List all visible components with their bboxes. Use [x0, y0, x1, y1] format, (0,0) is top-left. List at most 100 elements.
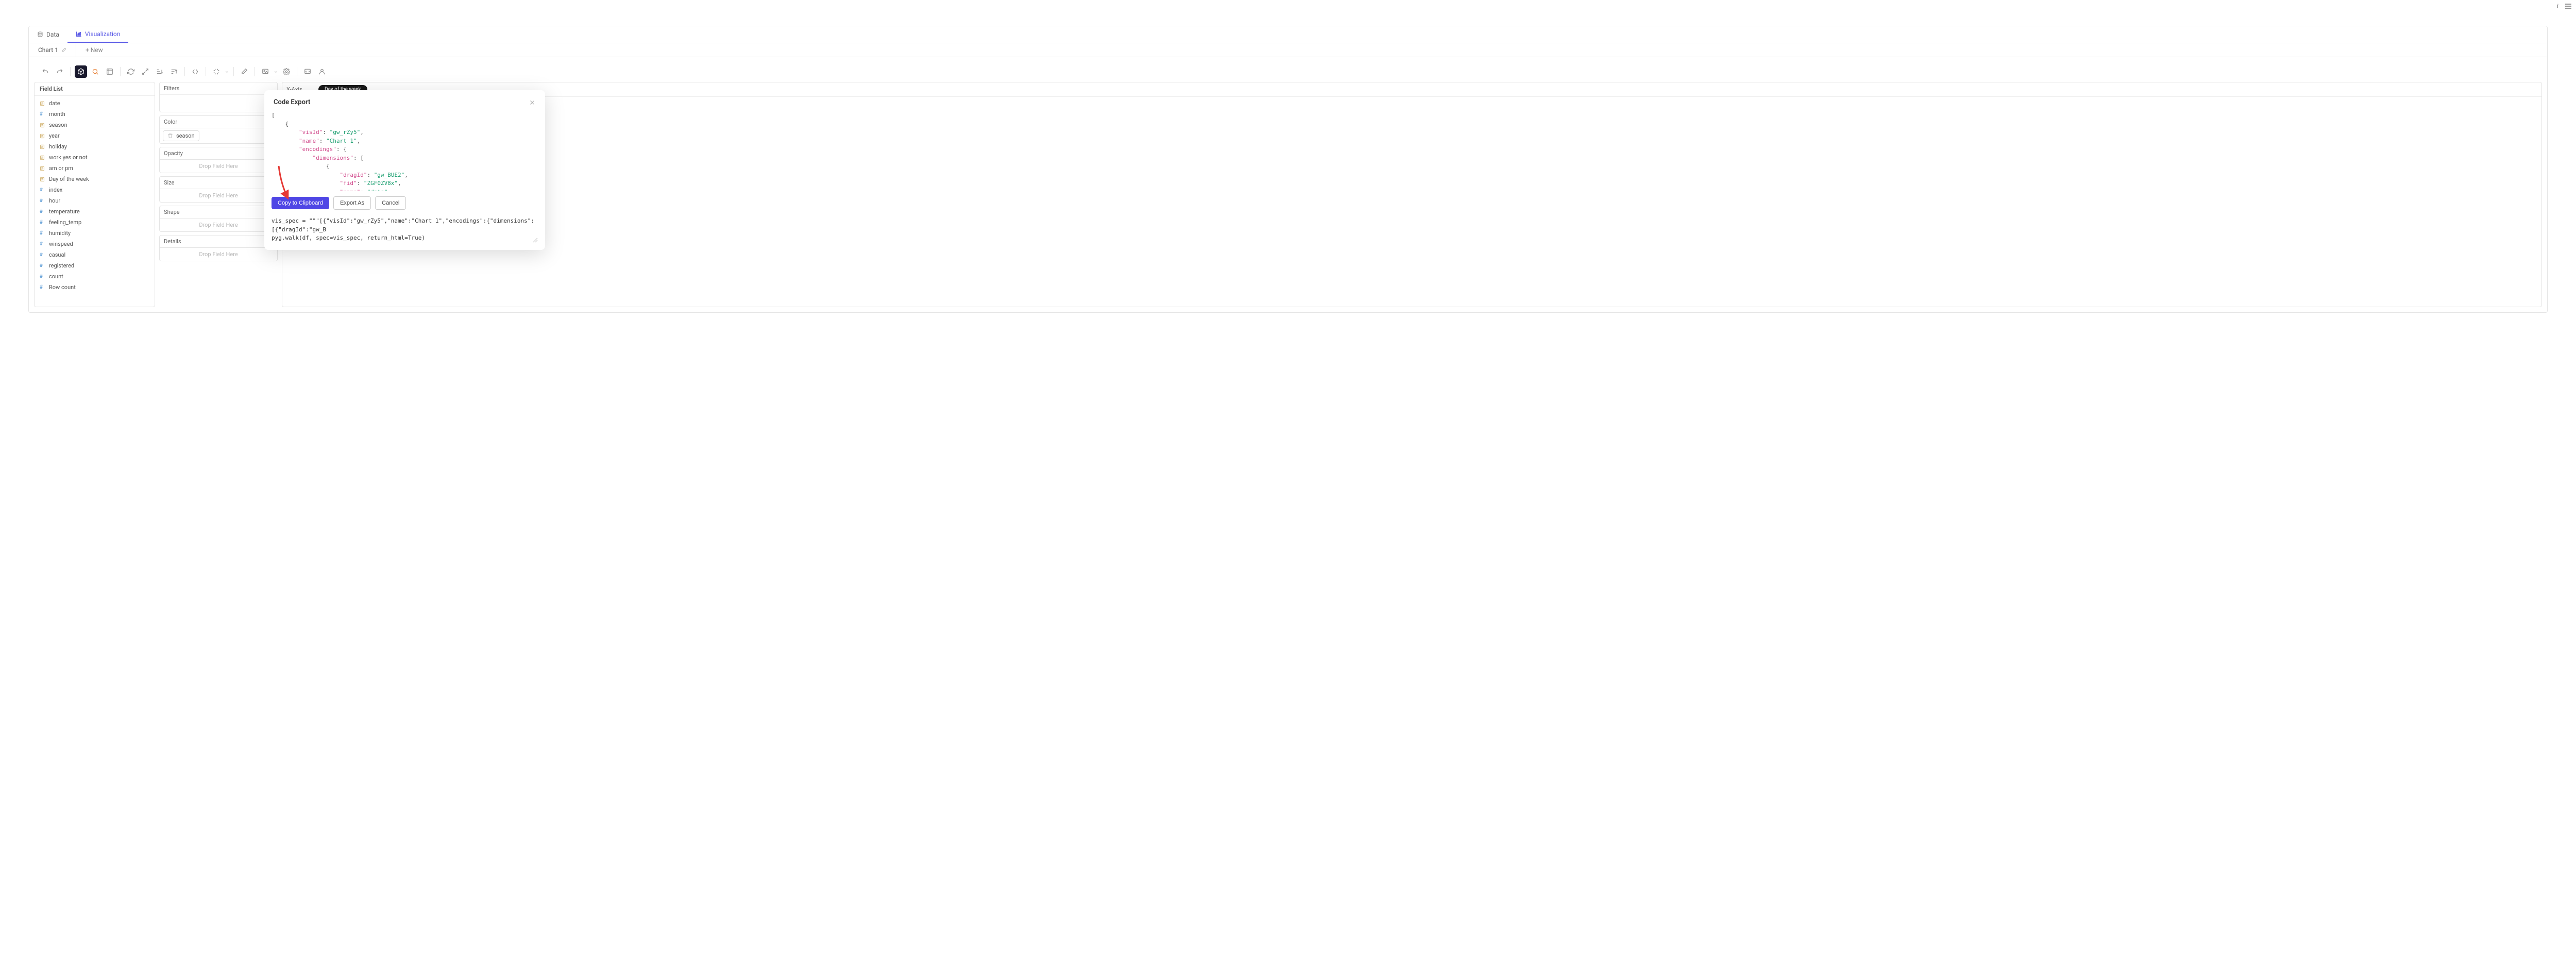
drop-zone[interactable]: Drop Field Here	[160, 159, 277, 173]
resize-handle[interactable]	[532, 237, 538, 243]
field-item[interactable]: year	[35, 130, 155, 141]
shelf-header: Opacity	[160, 147, 277, 159]
quantitative-type-icon: #	[40, 111, 45, 117]
toolbar-separator	[70, 67, 71, 76]
nominal-type-icon	[40, 155, 45, 160]
export-as-button[interactable]: Export As	[333, 196, 371, 210]
field-item[interactable]: # feeling_temp	[35, 217, 155, 228]
sort-asc-button[interactable]	[154, 65, 166, 78]
new-chart-tab[interactable]: + New	[76, 43, 112, 57]
field-item[interactable]: #registered	[35, 260, 155, 271]
field-item[interactable]: # month	[35, 109, 155, 120]
drop-zone[interactable]: Drop Field Here	[160, 189, 277, 202]
quantitative-type-icon: #	[40, 187, 45, 193]
field-name: casual	[49, 251, 65, 258]
field-item[interactable]: #Row count	[35, 282, 155, 293]
field-name: am or pm	[49, 165, 73, 172]
transpose-button[interactable]	[139, 65, 151, 78]
color-shelf[interactable]: Color season	[159, 115, 278, 144]
drop-zone[interactable]: Drop Field Here	[160, 218, 277, 231]
copy-to-clipboard-button[interactable]: Copy to Clipboard	[272, 197, 329, 209]
toolbar-separator	[233, 67, 234, 76]
field-item[interactable]: season	[35, 120, 155, 130]
field-item[interactable]: #hour	[35, 195, 155, 206]
tab-data[interactable]: Data	[29, 26, 67, 43]
field-item[interactable]: Day of the week	[35, 174, 155, 184]
field-item[interactable]: #humidity	[35, 228, 155, 239]
y-axis-row[interactable]: registered sum ▾	[282, 97, 2541, 111]
field-name: winspeed	[49, 241, 73, 247]
field-name: feeling_temp	[49, 219, 81, 226]
user-button[interactable]	[316, 65, 328, 78]
field-name: humidity	[49, 230, 71, 237]
quantitative-type-icon: #	[40, 252, 45, 258]
opacity-shelf[interactable]: Opacity Drop Field Here	[159, 147, 278, 173]
refresh-button[interactable]	[125, 65, 137, 78]
field-name: season	[49, 122, 67, 128]
size-shelf[interactable]: Size Drop Field Here	[159, 176, 278, 203]
quantitative-type-icon: #	[40, 198, 45, 204]
shelf-header: Shape	[160, 206, 277, 218]
trash-icon[interactable]	[167, 133, 173, 139]
paint-button[interactable]	[238, 65, 250, 78]
field-name: index	[49, 187, 62, 193]
quantitative-type-icon: #	[40, 220, 45, 225]
field-name: date	[49, 100, 60, 107]
field-item[interactable]: holiday	[35, 141, 155, 152]
field-item[interactable]: # casual	[35, 249, 155, 260]
edit-icon[interactable]	[61, 47, 66, 53]
nominal-type-icon	[40, 101, 45, 106]
axes-button[interactable]	[189, 65, 201, 78]
pill-label: season	[176, 132, 195, 139]
settings-button[interactable]	[280, 65, 293, 78]
aggregate-button[interactable]	[75, 65, 87, 78]
modal-header: Code Export	[264, 90, 545, 111]
menu-icon[interactable]	[2565, 3, 2572, 10]
chart-tab-name: Chart 1	[38, 46, 58, 54]
chevron-down-icon[interactable]	[274, 70, 278, 74]
field-item[interactable]: work yes or not	[35, 152, 155, 163]
mark-type-button[interactable]	[89, 65, 101, 78]
sort-desc-button[interactable]	[168, 65, 180, 78]
field-name: Day of the week	[49, 176, 89, 182]
field-item[interactable]: #count	[35, 271, 155, 282]
tab-label: Data	[46, 31, 59, 38]
color-field-pill[interactable]: season	[163, 130, 199, 141]
code-output-box[interactable]: vis_spec = """[{"visId":"gw_rZy5","name"…	[272, 217, 538, 243]
quantitative-type-icon: #	[40, 241, 45, 247]
nominal-type-icon	[40, 177, 45, 182]
field-item[interactable]: # winspeed	[35, 239, 155, 249]
drop-zone[interactable]: Drop Field Here	[160, 247, 277, 261]
export-image-button[interactable]	[259, 65, 272, 78]
code-preview[interactable]: [ { "visId": "gw_rZy5", "name": "Chart 1…	[272, 111, 538, 191]
filters-shelf[interactable]: Filters	[159, 82, 278, 112]
field-item[interactable]: am or pm	[35, 163, 155, 174]
field-item[interactable]: #temperature	[35, 206, 155, 217]
code-export-modal: Code Export [ { "visId": "gw_rZy5", "nam…	[264, 90, 545, 250]
code-export-button[interactable]	[301, 65, 314, 78]
undo-button[interactable]	[39, 65, 52, 78]
cancel-button[interactable]: Cancel	[375, 196, 406, 210]
field-item[interactable]: # index	[35, 184, 155, 195]
details-shelf[interactable]: Details Drop Field Here	[159, 235, 278, 261]
quantitative-type-icon: #	[40, 284, 45, 290]
chart-tabs-bar: Chart 1 + New	[29, 43, 2547, 57]
chart-icon	[76, 31, 82, 37]
quantitative-type-icon: #	[40, 263, 45, 268]
modal-button-row: Copy to Clipboard Export As Cancel	[264, 191, 545, 214]
modal-close-button[interactable]	[529, 99, 536, 106]
stack-button[interactable]	[104, 65, 116, 78]
tab-visualization[interactable]: Visualization	[67, 26, 129, 43]
chart-tab-1[interactable]: Chart 1	[29, 43, 76, 57]
resize-button[interactable]	[210, 65, 223, 78]
info-icon[interactable]: i	[2557, 2, 2558, 10]
field-item[interactable]: date	[35, 98, 155, 109]
field-name: year	[49, 132, 60, 139]
database-icon	[37, 31, 43, 38]
shape-shelf[interactable]: Shape Drop Field Here	[159, 206, 278, 232]
output-line: vis_spec = """[{"visId":"gw_rZy5","name"…	[272, 217, 538, 234]
chevron-down-icon[interactable]	[225, 70, 229, 74]
redo-button[interactable]	[54, 65, 66, 78]
field-name: month	[49, 111, 65, 117]
x-axis-row[interactable]: X-Axis Day of the week	[282, 82, 2541, 97]
